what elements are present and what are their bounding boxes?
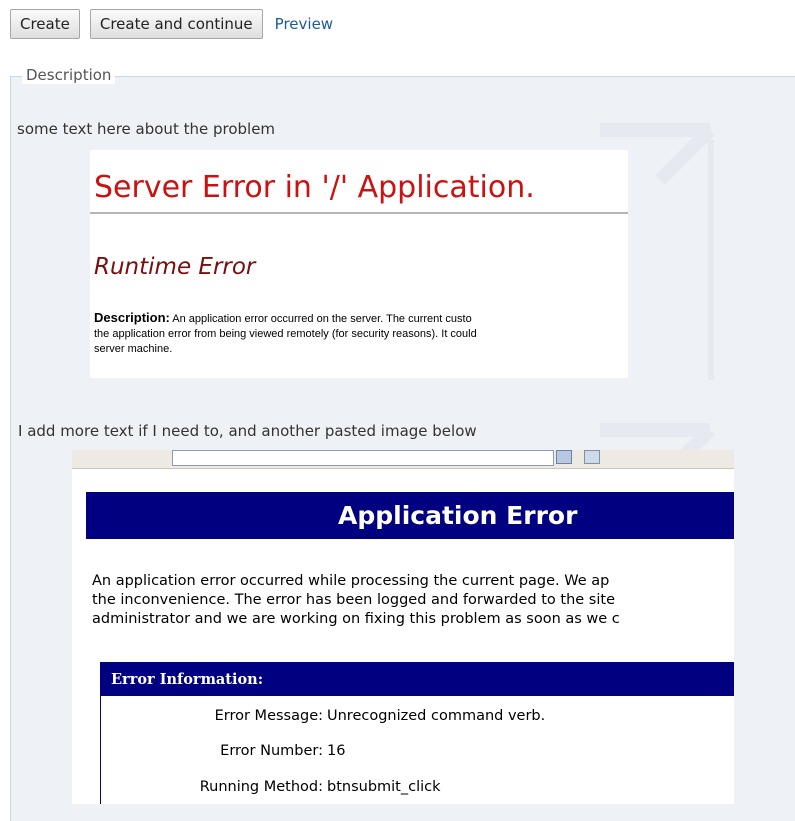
error-information-header: Error Information: (101, 663, 734, 696)
row-label: Error Number: (220, 743, 323, 759)
browser-chrome-strip (72, 450, 734, 469)
server-error-title: Server Error in '/' Application. (94, 170, 535, 205)
table-row: Running Method: btnsubmit_click (101, 779, 734, 799)
toolbar: Create Create and continue Preview (10, 7, 333, 41)
divider (90, 212, 628, 214)
description-text-2: I add more text if I need to, and anothe… (18, 422, 477, 440)
row-value: 16 (327, 743, 346, 759)
row-value: btnsubmit_click (327, 779, 441, 795)
preview-link[interactable]: Preview (275, 15, 333, 33)
message-line-1: An application error occurred while proc… (92, 573, 610, 589)
create-button[interactable]: Create (10, 9, 80, 39)
pasted-image-application-error: Application Error An application error o… (72, 450, 734, 804)
description-line-1: An application error occurred on the ser… (172, 313, 472, 325)
go-icon (556, 450, 572, 464)
runtime-error-heading: Runtime Error (94, 254, 256, 280)
table-row: Error Message: Unrecognized command verb… (101, 708, 734, 728)
banner-title: Application Error (338, 501, 578, 530)
address-bar (172, 450, 554, 466)
row-value: Unrecognized command verb. (327, 708, 546, 724)
table-row: Error Number: 16 (101, 743, 734, 763)
create-and-continue-button[interactable]: Create and continue (89, 9, 263, 39)
description-line-2: the application error from being viewed … (94, 328, 477, 340)
error-description: Description: An application error occurr… (94, 310, 628, 357)
refresh-icon (584, 450, 600, 464)
description-text-1: some text here about the problem (17, 120, 276, 138)
error-message-paragraph: An application error occurred while proc… (92, 572, 734, 629)
application-error-banner: Application Error (86, 492, 734, 539)
description-label: Description: (94, 310, 170, 325)
row-label: Error Message: (214, 708, 323, 724)
pasted-image-server-error: Server Error in '/' Application. Runtime… (90, 150, 628, 378)
error-information-table: Error Information: Error Message: Unreco… (100, 662, 734, 804)
message-line-2: the inconvenience. The error has been lo… (92, 592, 615, 608)
row-label: Running Method: (199, 779, 323, 795)
description-legend: Description (22, 66, 116, 84)
message-line-3: administrator and we are working on fixi… (92, 611, 620, 627)
description-line-3: server machine. (94, 343, 173, 355)
